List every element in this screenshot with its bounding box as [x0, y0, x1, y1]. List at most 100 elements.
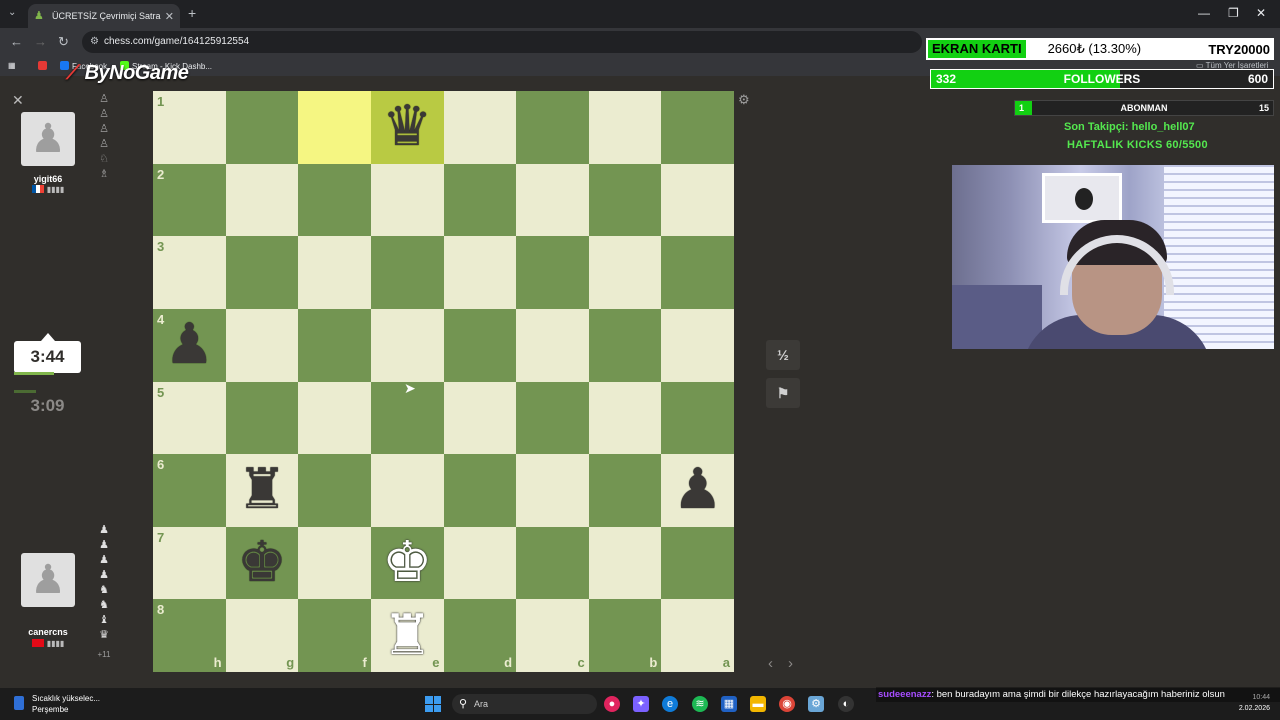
square-f3[interactable] — [298, 236, 371, 309]
square-c5[interactable] — [516, 381, 589, 455]
previous-move-icon[interactable]: ‹ — [768, 655, 773, 672]
forward-icon[interactable]: → — [34, 34, 47, 49]
chess-board[interactable]: 1 ♛ 2 3 4 ♟ 5 6 ♜ ♟ 7 ♚ ♚ 8 h g f e ♜ d c b a — [153, 91, 734, 672]
square-a6[interactable]: ♟ — [661, 454, 734, 527]
square-f1[interactable] — [298, 91, 371, 164]
square-e3[interactable] — [370, 236, 444, 309]
file-explorer-icon[interactable]: ▬ — [750, 696, 766, 712]
top-player-avatar[interactable]: ♟ — [21, 112, 75, 166]
square-g2[interactable] — [225, 163, 299, 237]
square-h7[interactable]: 7 — [153, 526, 226, 600]
media-player-icon[interactable]: ● — [604, 696, 620, 712]
minimize-icon[interactable]: — — [1198, 6, 1210, 20]
square-a7[interactable] — [661, 526, 734, 600]
bottom-player-name[interactable]: canercns — [0, 627, 96, 637]
address-bar[interactable]: ⚙ chess.com/game/164125912554 — [82, 31, 922, 53]
square-f7[interactable] — [298, 526, 371, 600]
square-h5[interactable]: 5 — [153, 381, 226, 455]
bottom-player-avatar[interactable]: ♟ — [21, 553, 75, 607]
square-d4[interactable] — [443, 308, 517, 382]
square-g4[interactable] — [225, 308, 299, 382]
square-b2[interactable] — [588, 163, 662, 237]
square-e7[interactable]: ♚ — [370, 526, 444, 600]
square-e1[interactable]: ♛ — [370, 91, 444, 164]
square-b1[interactable] — [588, 91, 662, 164]
close-tab-icon[interactable]: ✕ — [165, 10, 174, 23]
chrome-icon[interactable]: ◉ — [779, 696, 795, 712]
square-d2[interactable] — [443, 163, 517, 237]
square-h3[interactable]: 3 — [153, 236, 226, 309]
square-c3[interactable] — [516, 236, 589, 309]
settings-app-icon[interactable]: ⚙ — [808, 696, 824, 712]
square-h4[interactable]: 4 ♟ — [153, 308, 226, 382]
site-info-icon[interactable]: ⚙ — [90, 31, 99, 53]
square-d8[interactable]: d — [443, 599, 517, 672]
square-b7[interactable] — [588, 526, 662, 600]
offer-draw-button[interactable]: ½ — [766, 340, 800, 370]
square-d1[interactable] — [443, 91, 517, 164]
square-g3[interactable] — [225, 236, 299, 309]
square-c1[interactable] — [516, 91, 589, 164]
white-rook-piece[interactable]: ♜ — [382, 607, 432, 664]
top-player-name[interactable]: yigit66 — [0, 174, 96, 184]
black-king-piece[interactable]: ♚ — [237, 535, 287, 591]
square-h2[interactable]: 2 — [153, 163, 226, 237]
taskbar-search[interactable]: ⚲ Ara — [452, 694, 597, 714]
square-a1[interactable] — [661, 91, 734, 164]
copilot-icon[interactable]: ✦ — [633, 696, 649, 712]
square-b8[interactable]: b — [588, 599, 662, 672]
square-f8[interactable]: f — [298, 599, 371, 672]
square-b5[interactable] — [588, 381, 662, 455]
square-g5[interactable] — [225, 381, 299, 455]
maximize-icon[interactable]: ❐ — [1228, 6, 1239, 20]
square-h6[interactable]: 6 — [153, 454, 226, 527]
back-icon[interactable]: ← — [10, 34, 23, 49]
tab-chess[interactable]: ♟ ÜCRETSİZ Çevrimiçi Satranç Oy... ✕ — [28, 4, 180, 28]
square-d6[interactable] — [443, 454, 517, 527]
square-h1[interactable]: 1 — [153, 91, 226, 164]
square-e4[interactable] — [370, 308, 444, 382]
square-e2[interactable] — [370, 163, 444, 237]
square-e6[interactable] — [370, 454, 444, 527]
black-queen-piece[interactable]: ♛ — [382, 99, 432, 155]
youtube-bookmark-icon[interactable] — [38, 61, 50, 71]
black-pawn-piece[interactable]: ♟ — [673, 462, 723, 518]
black-pawn-piece[interactable]: ♟ — [164, 317, 214, 373]
square-g8[interactable]: g — [225, 599, 299, 672]
square-b3[interactable] — [588, 236, 662, 309]
square-d3[interactable] — [443, 236, 517, 309]
reload-icon[interactable]: ↻ — [58, 34, 69, 50]
square-a8[interactable]: a — [661, 599, 734, 672]
apps-icon[interactable]: ▦ — [8, 61, 16, 70]
weather-widget[interactable]: Sıcaklık yükselec... Perşembe — [14, 693, 100, 715]
square-a2[interactable] — [661, 163, 734, 237]
square-c6[interactable] — [516, 454, 589, 527]
close-window-icon[interactable]: ✕ — [1256, 6, 1266, 20]
square-e8[interactable]: e ♜ — [370, 599, 444, 672]
new-tab-icon[interactable]: + — [188, 5, 196, 21]
board-settings-icon[interactable]: ⚙ — [738, 92, 750, 108]
square-a4[interactable] — [661, 308, 734, 382]
square-g7[interactable]: ♚ — [225, 526, 299, 600]
square-g1[interactable] — [225, 91, 299, 164]
square-a3[interactable] — [661, 236, 734, 309]
square-c2[interactable] — [516, 163, 589, 237]
square-d7[interactable] — [443, 526, 517, 600]
square-b4[interactable] — [588, 308, 662, 382]
tab-search-icon[interactable]: ⌄ — [8, 7, 16, 18]
square-f5[interactable] — [298, 381, 371, 455]
spotify-icon[interactable]: ≋ — [692, 696, 708, 712]
next-move-icon[interactable]: › — [788, 655, 793, 672]
square-f6[interactable] — [298, 454, 371, 527]
resign-button[interactable]: ⚑ — [766, 378, 800, 408]
square-c4[interactable] — [516, 308, 589, 382]
square-b6[interactable] — [588, 454, 662, 527]
black-rook-piece[interactable]: ♜ — [237, 462, 287, 518]
square-a5[interactable] — [661, 381, 734, 455]
store-icon[interactable]: ▦ — [721, 696, 737, 712]
square-d5[interactable] — [443, 381, 517, 455]
white-king-piece[interactable]: ♚ — [382, 535, 432, 591]
square-g6[interactable]: ♜ — [225, 454, 299, 527]
square-c7[interactable] — [516, 526, 589, 600]
start-button[interactable] — [425, 696, 441, 712]
